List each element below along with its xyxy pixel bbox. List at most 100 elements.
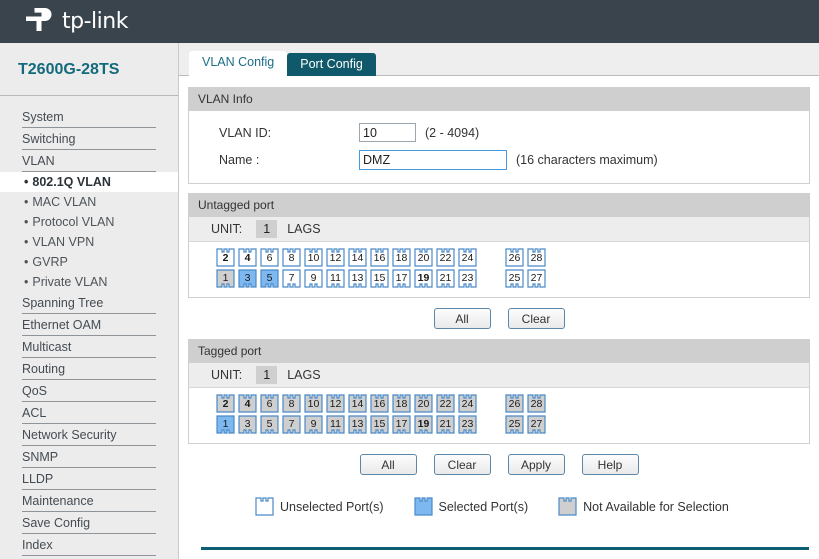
tab-vlan-config[interactable]: VLAN Config (189, 51, 288, 76)
sidebar-item-network-security[interactable]: Network Security (22, 424, 156, 446)
port-17[interactable]: 17 (392, 415, 411, 434)
port-5[interactable]: 5 (260, 415, 279, 434)
bullet-icon: • (24, 275, 29, 289)
port-21[interactable]: 21 (436, 415, 455, 434)
untagged-all-button[interactable]: All (433, 308, 491, 329)
port-8[interactable]: 8 (282, 394, 301, 413)
port-7[interactable]: 7 (282, 415, 301, 434)
sidebar-item-acl[interactable]: ACL (22, 402, 156, 424)
sidebar-item-system[interactable]: System (22, 106, 156, 128)
sidebar-item-switching[interactable]: Switching (22, 128, 156, 150)
port-11[interactable]: 11 (326, 415, 345, 434)
port-6[interactable]: 6 (260, 394, 279, 413)
port-23[interactable]: 23 (458, 269, 477, 288)
vlan-id-hint: (2 - 4094) (425, 125, 480, 140)
port-26[interactable]: 26 (505, 248, 524, 267)
port-number: 16 (373, 252, 386, 265)
tagged-clear-button[interactable]: Clear (433, 454, 491, 475)
port-2[interactable]: 2 (216, 394, 235, 413)
vlan-name-input[interactable] (359, 150, 507, 170)
sidebar-item-lldp[interactable]: LLDP (22, 468, 156, 490)
port-22[interactable]: 22 (436, 248, 455, 267)
port-22[interactable]: 22 (436, 394, 455, 413)
port-27[interactable]: 27 (527, 269, 546, 288)
sidebar-item-vlan[interactable]: VLAN (22, 150, 156, 172)
port-24[interactable]: 24 (458, 248, 477, 267)
port-13[interactable]: 13 (348, 269, 367, 288)
port-12[interactable]: 12 (326, 394, 345, 413)
port-5[interactable]: 5 (260, 269, 279, 288)
port-8[interactable]: 8 (282, 248, 301, 267)
sidebar-item-spanning-tree[interactable]: Spanning Tree (22, 292, 156, 314)
port-1[interactable]: 1 (216, 269, 235, 288)
port-4[interactable]: 4 (238, 248, 257, 267)
port-21[interactable]: 21 (436, 269, 455, 288)
tagged-unit-1-button[interactable]: 1 (256, 366, 278, 384)
untagged-unit-1-button[interactable]: 1 (256, 220, 278, 238)
port-25[interactable]: 25 (505, 269, 524, 288)
port-3[interactable]: 3 (238, 269, 257, 288)
sidebar-item-snmp[interactable]: SNMP (22, 446, 156, 468)
sidebar-item-mac-vlan[interactable]: • MAC VLAN (0, 192, 178, 212)
sidebar-item-label: MAC VLAN (32, 195, 97, 209)
port-18[interactable]: 18 (392, 394, 411, 413)
port-16[interactable]: 16 (370, 394, 389, 413)
sidebar-item-maintenance[interactable]: Maintenance (22, 490, 156, 512)
sidebar-item-qos[interactable]: QoS (22, 380, 156, 402)
port-19[interactable]: 19 (414, 269, 433, 288)
port-17[interactable]: 17 (392, 269, 411, 288)
sidebar-item-ethernet-oam[interactable]: Ethernet OAM (22, 314, 156, 336)
port-14[interactable]: 14 (348, 248, 367, 267)
port-7[interactable]: 7 (282, 269, 301, 288)
port-4[interactable]: 4 (238, 394, 257, 413)
vlan-id-input[interactable] (359, 123, 416, 142)
sidebar-item-vlan-vpn[interactable]: • VLAN VPN (0, 232, 178, 252)
port-13[interactable]: 13 (348, 415, 367, 434)
port-26[interactable]: 26 (505, 394, 524, 413)
tagged-port-grid: 2 4 6 8 10 12 14 16 18 20 22 24 26 28 1 3 5 7 9 11 13 15 17 19… (189, 388, 809, 443)
tagged-apply-button[interactable]: Apply (507, 454, 565, 475)
tab-port-config[interactable]: Port Config (287, 53, 376, 76)
sidebar-item-802-1q-vlan[interactable]: • 802.1Q VLAN (0, 172, 178, 192)
port-25[interactable]: 25 (505, 415, 524, 434)
port-number: 22 (439, 252, 452, 265)
port-28[interactable]: 28 (527, 248, 546, 267)
port-24[interactable]: 24 (458, 394, 477, 413)
sidebar-item-protocol-vlan[interactable]: • Protocol VLAN (0, 212, 178, 232)
port-10[interactable]: 10 (304, 248, 323, 267)
port-14[interactable]: 14 (348, 394, 367, 413)
port-20[interactable]: 20 (414, 394, 433, 413)
sidebar-item-multicast[interactable]: Multicast (22, 336, 156, 358)
port-9[interactable]: 9 (304, 415, 323, 434)
port-16[interactable]: 16 (370, 248, 389, 267)
port-28[interactable]: 28 (527, 394, 546, 413)
sidebar-item-routing[interactable]: Routing (22, 358, 156, 380)
port-20[interactable]: 20 (414, 248, 433, 267)
tagged-help-button[interactable]: Help (581, 454, 639, 475)
port-6[interactable]: 6 (260, 248, 279, 267)
port-1[interactable]: 1 (216, 415, 235, 434)
vlan-id-label: VLAN ID: (219, 125, 272, 140)
sidebar-item-private-vlan[interactable]: • Private VLAN (0, 272, 178, 292)
port-9[interactable]: 9 (304, 269, 323, 288)
port-15[interactable]: 15 (370, 415, 389, 434)
port-number: 1 (222, 271, 229, 284)
port-11[interactable]: 11 (326, 269, 345, 288)
sidebar-item-gvrp[interactable]: • GVRP (0, 252, 178, 272)
port-number: 20 (417, 252, 430, 265)
port-18[interactable]: 18 (392, 248, 411, 267)
tagged-all-button[interactable]: All (359, 454, 417, 475)
port-23[interactable]: 23 (458, 415, 477, 434)
sidebar-item-index[interactable]: Index (22, 534, 156, 556)
port-2[interactable]: 2 (216, 248, 235, 267)
untagged-lags-button[interactable]: LAGS (284, 221, 323, 237)
port-19[interactable]: 19 (414, 415, 433, 434)
sidebar-item-save-config[interactable]: Save Config (22, 512, 156, 534)
port-10[interactable]: 10 (304, 394, 323, 413)
untagged-clear-button[interactable]: Clear (507, 308, 565, 329)
port-27[interactable]: 27 (527, 415, 546, 434)
port-12[interactable]: 12 (326, 248, 345, 267)
port-3[interactable]: 3 (238, 415, 257, 434)
port-15[interactable]: 15 (370, 269, 389, 288)
tagged-lags-button[interactable]: LAGS (284, 367, 323, 383)
